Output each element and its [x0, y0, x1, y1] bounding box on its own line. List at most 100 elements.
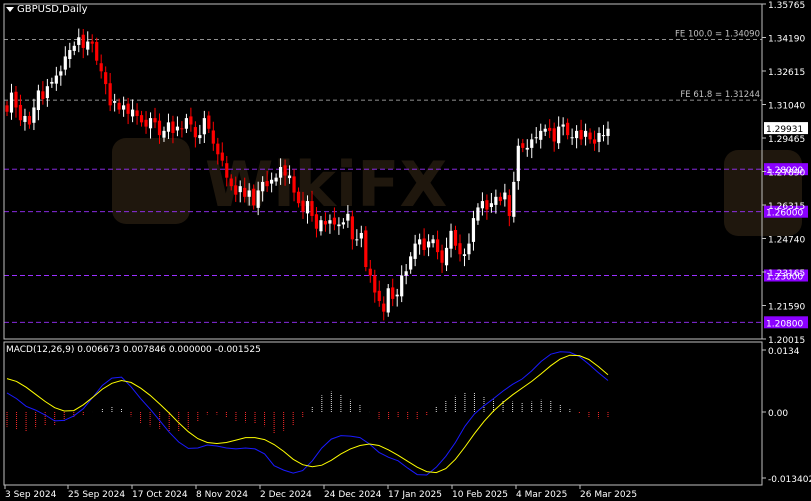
candle-body [328, 220, 332, 224]
price-tick-label: 1.23165 [768, 269, 805, 279]
time-tick-label: 24 Dec 2024 [324, 490, 382, 500]
candle-body [435, 239, 440, 253]
candle-body [570, 137, 574, 139]
macd-tick-label: -0.013402 [768, 475, 811, 485]
candle-body [5, 105, 9, 112]
candle-body [184, 118, 189, 129]
candle-body [292, 176, 296, 193]
candle-body [521, 143, 525, 148]
candle-body [148, 118, 153, 129]
current-price-label: 1.29931 [766, 125, 803, 135]
candle-body [471, 218, 476, 242]
price-tick-label: 1.26315 [768, 202, 805, 212]
candle-body [238, 186, 242, 193]
time-tick-label: 10 Feb 2025 [452, 490, 508, 500]
candle-body [395, 294, 399, 297]
candle-body [247, 190, 251, 197]
candle-body [552, 128, 556, 142]
candle-body [95, 41, 99, 61]
candle-body [485, 200, 489, 210]
candle-body [9, 92, 14, 113]
candle-body [449, 230, 453, 249]
candle-body [606, 128, 610, 136]
candle-body [337, 224, 341, 227]
candle-body [498, 196, 502, 202]
candle-body [601, 135, 606, 137]
candle-body [400, 275, 404, 297]
candle-body [72, 45, 76, 51]
candle-body [355, 239, 359, 241]
time-tick-label: 25 Sep 2024 [68, 490, 125, 500]
candle-body [444, 247, 449, 266]
candle-body [462, 254, 467, 256]
candle-body [14, 91, 18, 108]
price-tick-label: 1.32615 [768, 68, 805, 78]
candle-body [494, 196, 498, 205]
candle-body [323, 221, 328, 225]
candle-body [386, 288, 390, 313]
candle-body [157, 120, 162, 136]
candle-body [211, 130, 215, 144]
candle-body [261, 181, 265, 192]
price-tick-label: 1.24740 [768, 236, 805, 246]
candle-body [539, 130, 543, 140]
candle-body [265, 181, 269, 187]
candle-body [332, 217, 337, 225]
candle-body [45, 86, 49, 99]
symbol-label: GBPUSD,Daily [17, 4, 88, 15]
candle-body [364, 230, 368, 268]
time-tick-label: 8 Nov 2024 [196, 490, 248, 500]
candle-body [77, 37, 81, 45]
candle-body [426, 241, 431, 248]
candle-body [453, 229, 458, 246]
candle-body [597, 133, 601, 142]
candle-body [252, 188, 256, 206]
fib-level-label: FE 100.0 = 1.34090 [675, 30, 760, 40]
candle-body [86, 41, 90, 50]
candle-body [592, 139, 597, 144]
candle-body [59, 71, 63, 76]
candle-body [27, 115, 32, 125]
candle-body [270, 179, 274, 184]
candle-body [525, 147, 529, 150]
candle-body [548, 127, 552, 131]
candle-body [68, 50, 72, 59]
svg-text:WikiFX: WikiFX [205, 148, 447, 221]
candle-body [202, 118, 206, 135]
candle-body [50, 81, 54, 84]
candle-body [256, 190, 260, 208]
candle-body [283, 165, 287, 176]
candle-body [359, 232, 363, 239]
candle-body [81, 34, 85, 48]
price-tick-label: 1.27890 [768, 169, 805, 179]
candle-body [413, 243, 417, 259]
trading-chart[interactable]: WikiFX FE 100.0 = 1.34090 FE 61.8 = 1.312… [0, 0, 811, 501]
symbol-title[interactable]: GBPUSD,Daily [6, 4, 88, 15]
macd-tick-label: 0.00 [768, 409, 788, 419]
dropdown-triangle-icon[interactable] [6, 6, 14, 12]
candle-body [36, 90, 40, 111]
candle-body [229, 178, 233, 187]
price-tick-label: 1.34190 [768, 35, 805, 45]
candle-body [162, 130, 166, 138]
candle-body [23, 115, 27, 122]
candle-body [305, 201, 310, 214]
candle-body [243, 187, 247, 197]
candle-body [108, 83, 112, 106]
price-tick-label: 1.20015 [768, 336, 805, 346]
candle-body [382, 303, 386, 312]
candle-body [467, 243, 471, 255]
candle-body [189, 116, 193, 125]
candle-body [583, 130, 588, 137]
candle-body [588, 132, 592, 140]
candle-body [480, 201, 485, 209]
candle-body [117, 102, 121, 110]
candle-body [41, 91, 45, 99]
time-tick-label: 17 Jan 2025 [388, 490, 442, 500]
candle-body [476, 207, 480, 221]
candle-body [534, 137, 538, 139]
candle-body [296, 191, 301, 204]
candle-body [122, 105, 126, 110]
candle-body [301, 200, 305, 212]
candle-body [166, 122, 171, 132]
